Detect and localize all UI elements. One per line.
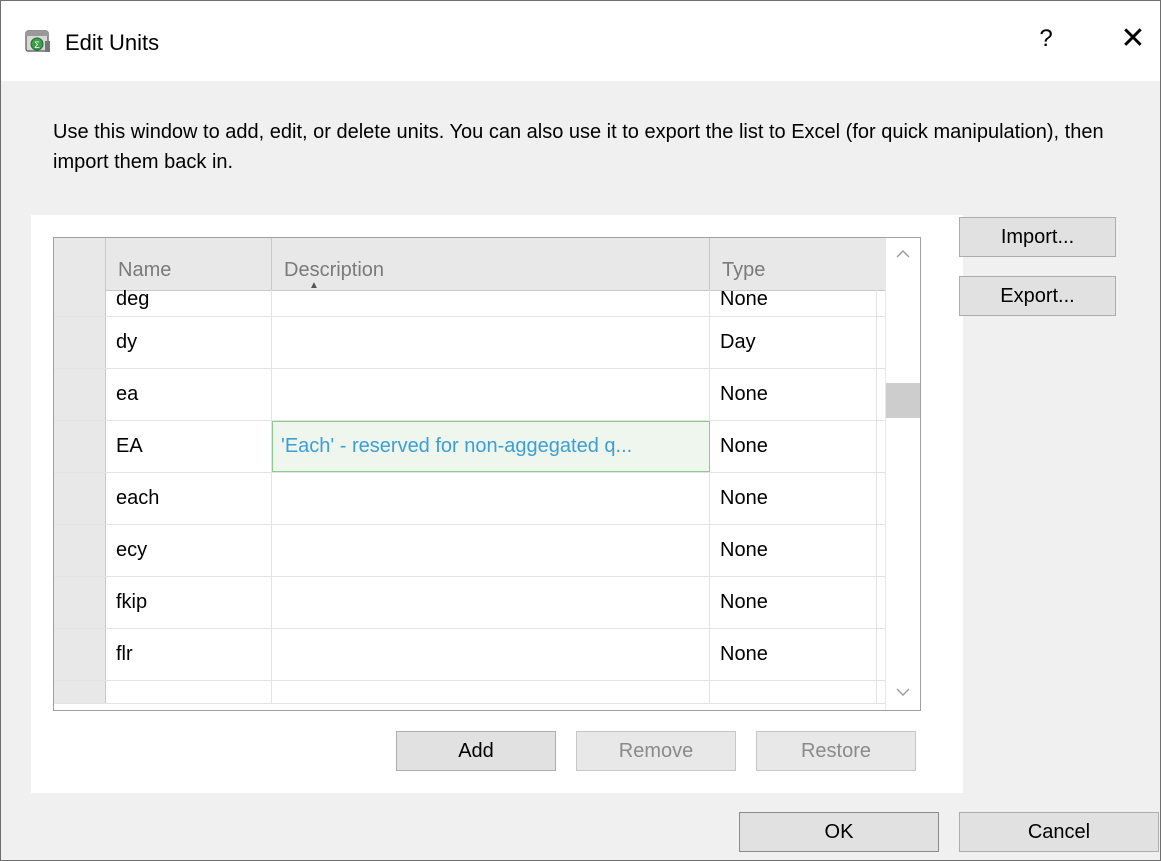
add-button[interactable]: Add bbox=[396, 731, 556, 771]
units-dialog-icon: Σ bbox=[23, 27, 53, 57]
cell-name[interactable]: EA bbox=[106, 421, 272, 472]
remove-button[interactable]: Remove bbox=[576, 731, 736, 771]
table-row[interactable]: fkip None bbox=[54, 577, 885, 629]
cell-name[interactable]: each bbox=[106, 473, 272, 524]
cell-description[interactable] bbox=[272, 629, 710, 680]
table-row[interactable]: dy Day bbox=[54, 317, 885, 369]
grid-header: Name ▲ Description Type bbox=[54, 238, 885, 291]
cell-type[interactable]: None bbox=[710, 290, 877, 316]
vertical-scrollbar[interactable] bbox=[885, 238, 920, 710]
cancel-button[interactable]: Cancel bbox=[959, 812, 1159, 852]
row-header[interactable] bbox=[54, 473, 106, 524]
chevron-down-icon[interactable] bbox=[886, 684, 920, 710]
import-button[interactable]: Import... bbox=[959, 217, 1116, 257]
cell-name[interactable]: deg bbox=[106, 290, 272, 316]
table-row[interactable]: ecy None bbox=[54, 525, 885, 577]
row-header[interactable] bbox=[54, 577, 106, 628]
table-row[interactable]: flr None bbox=[54, 629, 885, 681]
restore-button[interactable]: Restore bbox=[756, 731, 916, 771]
cell-description-selected[interactable]: 'Each' - reserved for non-aggegated q... bbox=[272, 421, 710, 472]
svg-text:Σ: Σ bbox=[34, 40, 40, 50]
cell-description[interactable] bbox=[272, 290, 710, 316]
cell-type[interactable]: None bbox=[710, 369, 877, 420]
row-header[interactable] bbox=[54, 681, 106, 703]
cell-description[interactable] bbox=[272, 317, 710, 368]
row-header[interactable] bbox=[54, 317, 106, 368]
chevron-up-icon[interactable] bbox=[886, 246, 920, 274]
cell-description[interactable] bbox=[272, 473, 710, 524]
column-header-name[interactable]: Name ▲ bbox=[106, 238, 319, 291]
grid-rows: deg None dy Day ea None EA 'Each' - rese… bbox=[54, 290, 885, 704]
units-grid[interactable]: Name ▲ Description Type deg None dy Day bbox=[53, 237, 921, 711]
cell-name[interactable]: fkip bbox=[106, 577, 272, 628]
table-row[interactable]: ea None bbox=[54, 369, 885, 421]
column-header-name-label: Name bbox=[118, 259, 172, 281]
scrollbar-thumb[interactable] bbox=[886, 383, 920, 418]
table-row[interactable]: deg None bbox=[54, 290, 885, 317]
cell-type[interactable]: None bbox=[710, 525, 877, 576]
cell-description[interactable] bbox=[272, 525, 710, 576]
title-bar: Σ Edit Units ? ✕ bbox=[1, 1, 1160, 81]
row-header[interactable] bbox=[54, 525, 106, 576]
table-row-partial[interactable] bbox=[54, 681, 885, 704]
row-header[interactable] bbox=[54, 629, 106, 680]
table-row[interactable]: each None bbox=[54, 473, 885, 525]
row-header-corner bbox=[54, 238, 106, 290]
edit-units-dialog: Σ Edit Units ? ✕ Use this window to add,… bbox=[0, 0, 1161, 861]
column-header-description-label: Description bbox=[284, 259, 385, 281]
cell-name[interactable] bbox=[106, 681, 272, 703]
cell-type[interactable] bbox=[710, 681, 877, 703]
row-header[interactable] bbox=[54, 290, 106, 316]
cell-description[interactable] bbox=[272, 681, 710, 703]
row-header[interactable] bbox=[54, 369, 106, 420]
cell-name[interactable]: ea bbox=[106, 369, 272, 420]
table-row-selected[interactable]: EA 'Each' - reserved for non-aggegated q… bbox=[54, 421, 885, 473]
column-header-description[interactable]: Description bbox=[272, 238, 710, 290]
column-header-type[interactable]: Type bbox=[710, 238, 885, 290]
window-title: Edit Units bbox=[65, 30, 160, 55]
export-button[interactable]: Export... bbox=[959, 276, 1116, 316]
cell-description[interactable] bbox=[272, 369, 710, 420]
cell-name[interactable]: ecy bbox=[106, 525, 272, 576]
intro-text: Use this window to add, edit, or delete … bbox=[53, 121, 1104, 173]
cell-type[interactable]: None bbox=[710, 473, 877, 524]
cell-type[interactable]: None bbox=[710, 577, 877, 628]
cell-name[interactable]: flr bbox=[106, 629, 272, 680]
cell-description[interactable] bbox=[272, 577, 710, 628]
row-header[interactable] bbox=[54, 421, 106, 472]
cell-type[interactable]: None bbox=[710, 421, 877, 472]
column-header-type-label: Type bbox=[722, 259, 766, 281]
close-button[interactable]: ✕ bbox=[1116, 21, 1150, 56]
cell-type[interactable]: Day bbox=[710, 317, 877, 368]
cell-name[interactable]: dy bbox=[106, 317, 272, 368]
help-button[interactable]: ? bbox=[1031, 25, 1061, 53]
cell-type[interactable]: None bbox=[710, 629, 877, 680]
ok-button[interactable]: OK bbox=[739, 812, 939, 852]
